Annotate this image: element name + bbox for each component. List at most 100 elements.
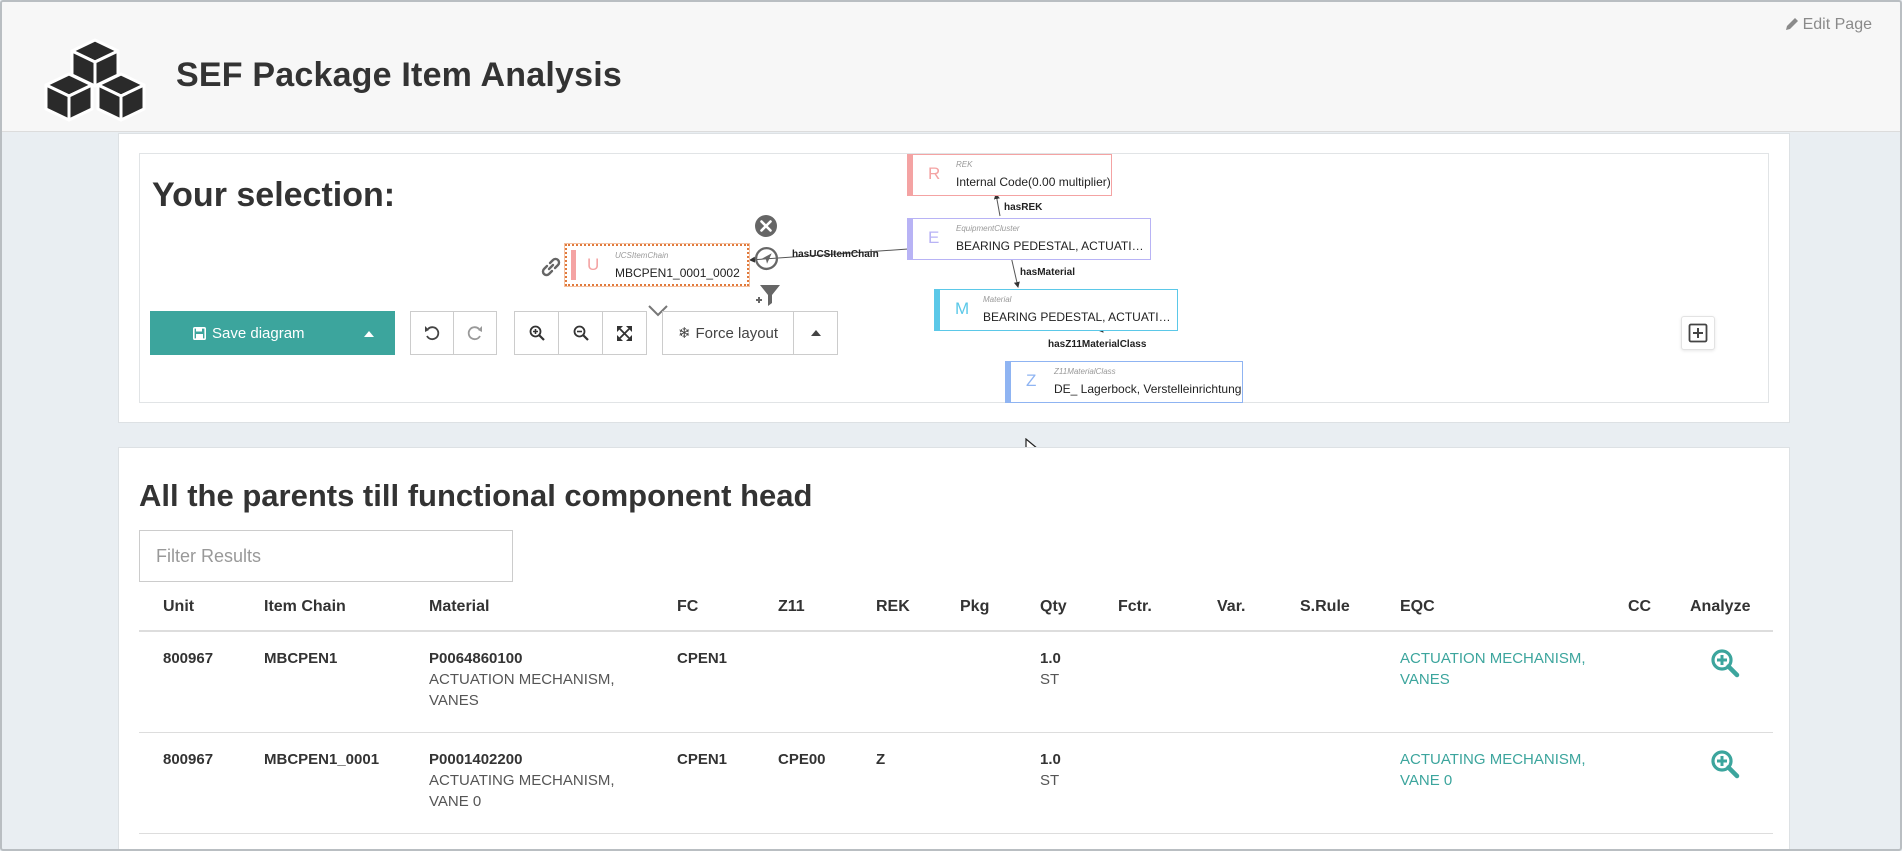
link-icon[interactable] xyxy=(539,255,563,279)
cell-z11: CPE00 xyxy=(778,750,826,768)
caret-up-icon[interactable] xyxy=(364,331,374,337)
cell-fc: CPEN1 xyxy=(677,650,728,667)
analyze-zoom-icon[interactable] xyxy=(1710,749,1740,779)
col-header-eqc[interactable]: EQC xyxy=(1376,584,1604,632)
graph-node-rek[interactable]: R REK Internal Code(0.00 multiplier) xyxy=(907,154,1112,196)
layout-options-button[interactable] xyxy=(793,311,838,355)
caret-up-icon xyxy=(810,330,821,336)
cell-fc: CPEN1 xyxy=(677,750,728,768)
col-header-z11[interactable]: Z11 xyxy=(754,584,852,632)
cell-unit: 800967 xyxy=(163,650,214,667)
filter-results-input[interactable] xyxy=(139,530,513,582)
analyze-zoom-icon[interactable] xyxy=(1710,648,1740,678)
page-header: SEF Package Item Analysis Edit Page xyxy=(2,2,1900,132)
cell-material-desc: ACTUATION MECHANISM, VANES xyxy=(429,671,615,709)
col-header-cc[interactable]: CC xyxy=(1604,584,1666,632)
graph-node-ucs-item-chain[interactable]: U UCSItemChain MBCPEN1_0001_0002 xyxy=(564,243,750,287)
node-type: EquipmentCluster xyxy=(956,224,1020,233)
fit-to-screen-button[interactable] xyxy=(602,311,647,355)
cell-item-chain: MBCPEN1_0001 xyxy=(264,750,380,768)
remove-node-icon[interactable] xyxy=(754,214,778,238)
cell-material-code: P0064860100 xyxy=(429,650,523,667)
cell-rek: Z xyxy=(876,750,886,768)
col-header-rek[interactable]: REK xyxy=(852,584,936,632)
cell-qty: 1.0 xyxy=(1040,650,1061,667)
node-color-bar xyxy=(1006,362,1011,402)
navigate-icon[interactable] xyxy=(754,246,779,271)
table-row: 800967 MBCPEN1 P0064860100 ACTUATION MECH… xyxy=(139,631,1773,733)
diagram-canvas[interactable]: Your selection: hasUCSItemChain hasREK h… xyxy=(139,153,1769,403)
graph-node-material[interactable]: M Material BEARING PEDESTAL, ACTUATI… xyxy=(934,289,1178,331)
edit-page-link[interactable]: Edit Page xyxy=(1785,16,1872,34)
snowflake-icon: ❄ xyxy=(677,325,691,342)
graph-node-equipment-cluster[interactable]: E EquipmentCluster BEARING PEDESTAL, ACT… xyxy=(907,218,1151,260)
col-header-qty[interactable]: Qty xyxy=(1016,584,1094,632)
node-label: BEARING PEDESTAL, ACTUATI… xyxy=(956,239,1144,253)
node-label: MBCPEN1_0001_0002 xyxy=(615,266,740,280)
cell-material-desc: ACTUATING MECHANISM, VANE 0 xyxy=(429,771,615,810)
col-header-srule[interactable]: S.Rule xyxy=(1276,584,1376,632)
edge-label-has-rek: hasREK xyxy=(1004,202,1043,213)
cubes-logo-icon xyxy=(44,38,146,122)
edge-has-rek xyxy=(993,193,1001,217)
node-letter: Z xyxy=(1026,371,1037,390)
node-color-bar xyxy=(908,155,913,195)
node-label: Internal Code(0.00 multiplier) xyxy=(956,175,1111,189)
node-color-bar xyxy=(935,290,940,330)
force-layout-label: Force layout xyxy=(695,324,779,342)
parents-table: Unit Item Chain Material FC Z11 REK Pkg … xyxy=(139,584,1773,834)
col-header-fctr[interactable]: Fctr. xyxy=(1094,584,1193,632)
node-letter: M xyxy=(955,299,970,318)
selection-panel: Your selection: hasUCSItemChain hasREK h… xyxy=(118,133,1790,423)
col-header-unit[interactable]: Unit xyxy=(139,584,240,632)
col-header-analyze: Analyze xyxy=(1666,584,1773,632)
cell-uom: ST xyxy=(1040,671,1060,688)
node-letter: U xyxy=(587,255,600,274)
page-title: SEF Package Item Analysis xyxy=(176,56,622,94)
eqc-link[interactable]: ACTUATION MECHANISM, VANES xyxy=(1400,650,1586,688)
zoom-out-icon xyxy=(573,325,589,341)
undo-icon xyxy=(425,326,440,341)
col-header-pkg[interactable]: Pkg xyxy=(936,584,1016,632)
floppy-disk-icon xyxy=(193,326,206,340)
zoom-out-button[interactable] xyxy=(558,311,603,355)
col-header-fc[interactable]: FC xyxy=(653,584,754,632)
node-color-bar xyxy=(908,219,913,259)
cell-unit: 800967 xyxy=(163,750,214,768)
redo-button[interactable] xyxy=(453,311,497,355)
pencil-icon xyxy=(1785,18,1798,30)
cell-material-code: P0001402200 xyxy=(429,750,523,768)
save-diagram-button[interactable]: Save diagram xyxy=(150,311,395,355)
add-panel-button[interactable] xyxy=(1681,316,1715,350)
node-color-bar xyxy=(571,250,576,280)
force-layout-button[interactable]: ❄ Force layout xyxy=(662,311,794,355)
table-row: 800967 MBCPEN1_0001 P0001402200 ACTUATING… xyxy=(139,732,1773,834)
undo-button[interactable] xyxy=(410,311,454,355)
node-letter: E xyxy=(928,228,940,247)
node-label: DE_ Lagerbock, Verstelleinrichtung xyxy=(1054,382,1242,396)
cell-qty: 1.0 xyxy=(1040,750,1061,768)
plus-square-icon xyxy=(1688,323,1708,343)
graph-node-z11-material-class[interactable]: Z Z11MaterialClass DE_ Lagerbock, Verste… xyxy=(1005,361,1243,403)
save-diagram-label: Save diagram xyxy=(212,324,305,342)
node-type: UCSItemChain xyxy=(615,251,669,260)
filter-icon[interactable] xyxy=(755,282,781,308)
edge-label-has-ucs: hasUCSItemChain xyxy=(792,249,879,260)
table-header-row: Unit Item Chain Material FC Z11 REK Pkg … xyxy=(139,584,1773,632)
parents-panel: All the parents till functional componen… xyxy=(118,447,1790,849)
col-header-material[interactable]: Material xyxy=(405,584,653,632)
col-header-var[interactable]: Var. xyxy=(1193,584,1276,632)
node-letter: R xyxy=(928,164,941,183)
expand-icon xyxy=(617,325,632,341)
eqc-link[interactable]: ACTUATING MECHANISM, VANE 0 xyxy=(1400,751,1586,789)
redo-icon xyxy=(467,326,482,341)
zoom-in-button[interactable] xyxy=(514,311,559,355)
node-type: Material xyxy=(983,295,1012,304)
edge-label-has-z11: hasZ11MaterialClass xyxy=(1048,339,1147,350)
edge-label-has-material: hasMaterial xyxy=(1020,267,1076,278)
node-label: BEARING PEDESTAL, ACTUATI… xyxy=(983,310,1171,324)
node-type: REK xyxy=(956,160,973,169)
col-header-item-chain[interactable]: Item Chain xyxy=(240,584,405,632)
node-type: Z11MaterialClass xyxy=(1054,367,1116,376)
zoom-in-icon xyxy=(529,325,545,341)
